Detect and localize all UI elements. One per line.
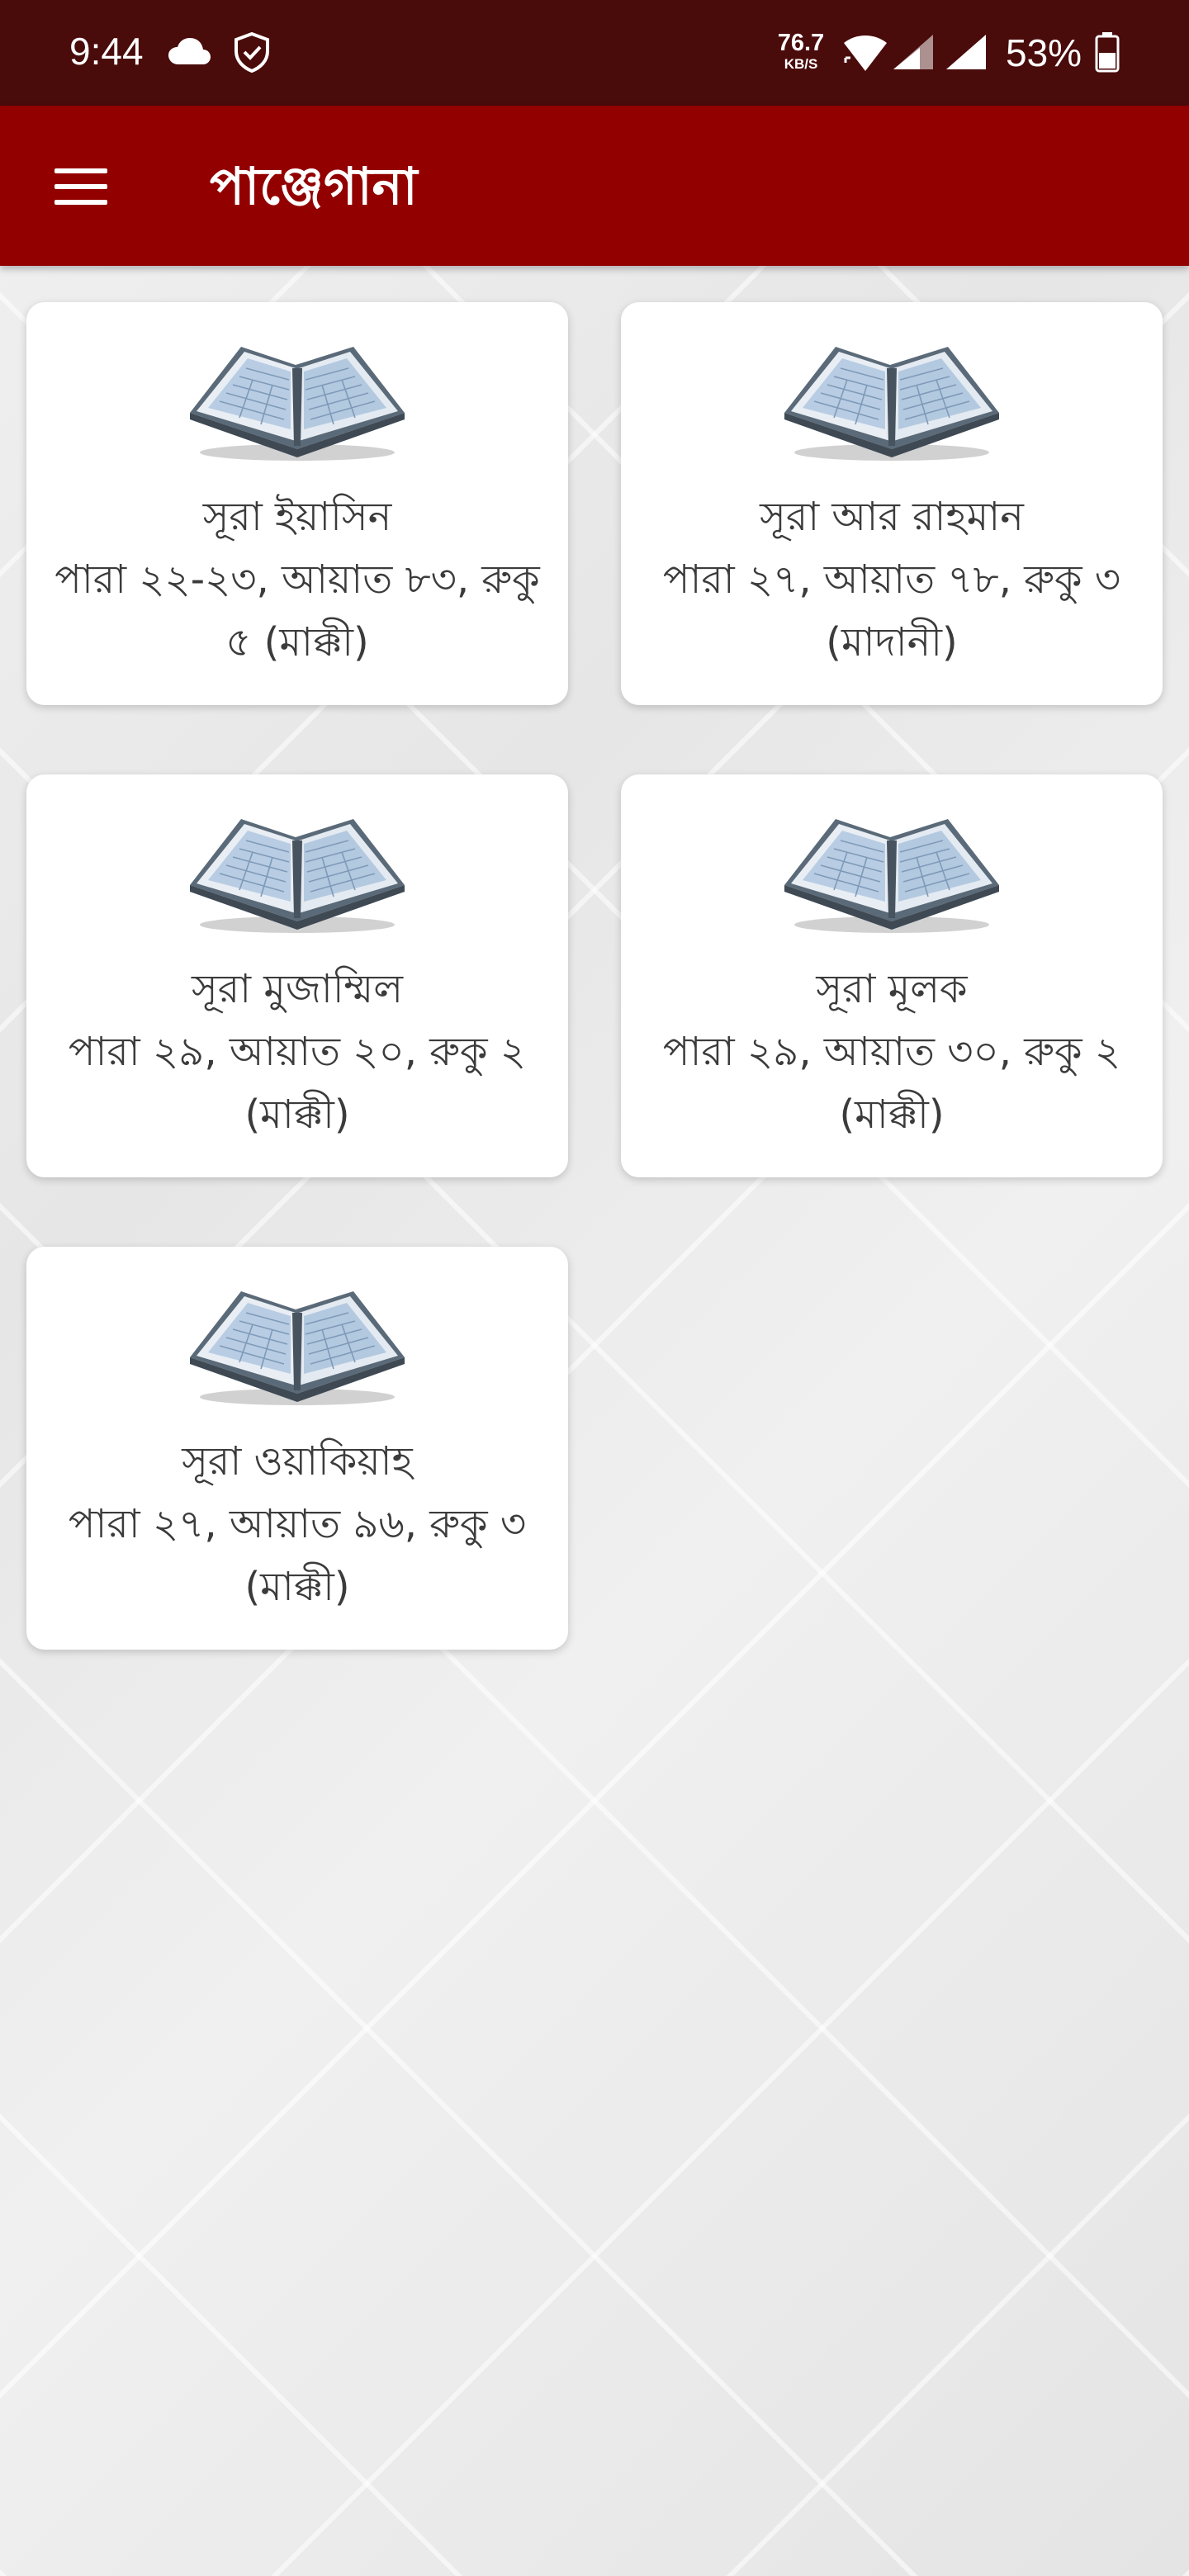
surah-card-info: পারা ২৯, আয়াত ৩০, রুকু ২ (মাক্কী) [662, 1029, 1121, 1138]
menu-line [54, 200, 107, 205]
surah-card-title: সূরা মূলক [816, 966, 968, 1012]
open-quran-icon [781, 816, 1002, 936]
app-bar: পাঞ্জেগানা [0, 106, 1189, 266]
open-quran-icon [187, 343, 408, 464]
menu-line [54, 184, 107, 189]
surah-card-title: সূরা ইয়াসিন [202, 494, 392, 540]
signal-icon [893, 35, 933, 69]
surah-card-yasin[interactable]: সূরা ইয়াসিন পারা ২২-২৩, আয়াত ৮৩, রুকু … [26, 302, 568, 705]
surah-card-mulk[interactable]: সূরা মূলক পারা ২৯, আয়াত ৩০, রুকু ২ (মাক… [621, 774, 1163, 1177]
network-speed-unit: KB/S [784, 56, 818, 72]
surah-card-info: পারা ২২-২৩, আয়াত ৮৩, রুকু ৫ (মাক্কী) [54, 556, 540, 665]
surah-card-muzzammil[interactable]: সূরা মুজাম্মিল পারা ২৯, আয়াত ২০, রুকু ২… [26, 774, 568, 1177]
cloud-icon [168, 38, 211, 64]
surah-card-info: পারা ২৭, আয়াত ৭৮, রুকু ৩ (মাদানী) [662, 556, 1121, 665]
status-bar: 9:44 76.7 KB/S 53% [0, 0, 1189, 106]
surah-card-info: পারা ২৭, আয়াত ৯৬, রুকু ৩ (মাক্কী) [68, 1501, 527, 1610]
shield-icon [234, 31, 269, 73]
network-speed-value: 76.7 [777, 30, 825, 56]
open-quran-icon [781, 343, 1002, 464]
page-title: পাঞ্জেগানা [210, 156, 418, 216]
signal-icon [946, 35, 986, 69]
surah-card-title: সূরা আর রাহমান [760, 494, 1024, 540]
surah-card-title: সূরা মুজাম্মিল [192, 966, 403, 1012]
hamburger-menu-icon[interactable] [40, 147, 119, 226]
battery-icon [1095, 32, 1120, 73]
surah-card-ar-rahman[interactable]: সূরা আর রাহমান পারা ২৭, আয়াত ৭৮, রুকু ৩… [621, 302, 1163, 705]
surah-card-info: পারা ২৯, আয়াত ২০, রুকু ২ (মাক্কী) [68, 1029, 527, 1138]
wifi-icon [844, 36, 887, 71]
surah-card-waqiah[interactable]: সূরা ওয়াকিয়াহ পারা ২৭, আয়াত ৯৬, রুকু … [26, 1247, 568, 1650]
menu-line [54, 168, 107, 173]
open-quran-icon [187, 1288, 408, 1409]
surah-card-title: সূরা ওয়াকিয়াহ [182, 1438, 413, 1485]
open-quran-icon [187, 816, 408, 936]
network-speed: 76.7 KB/S [775, 30, 827, 76]
status-time: 9:44 [69, 30, 144, 73]
battery-percent: 53% [1006, 31, 1082, 74]
